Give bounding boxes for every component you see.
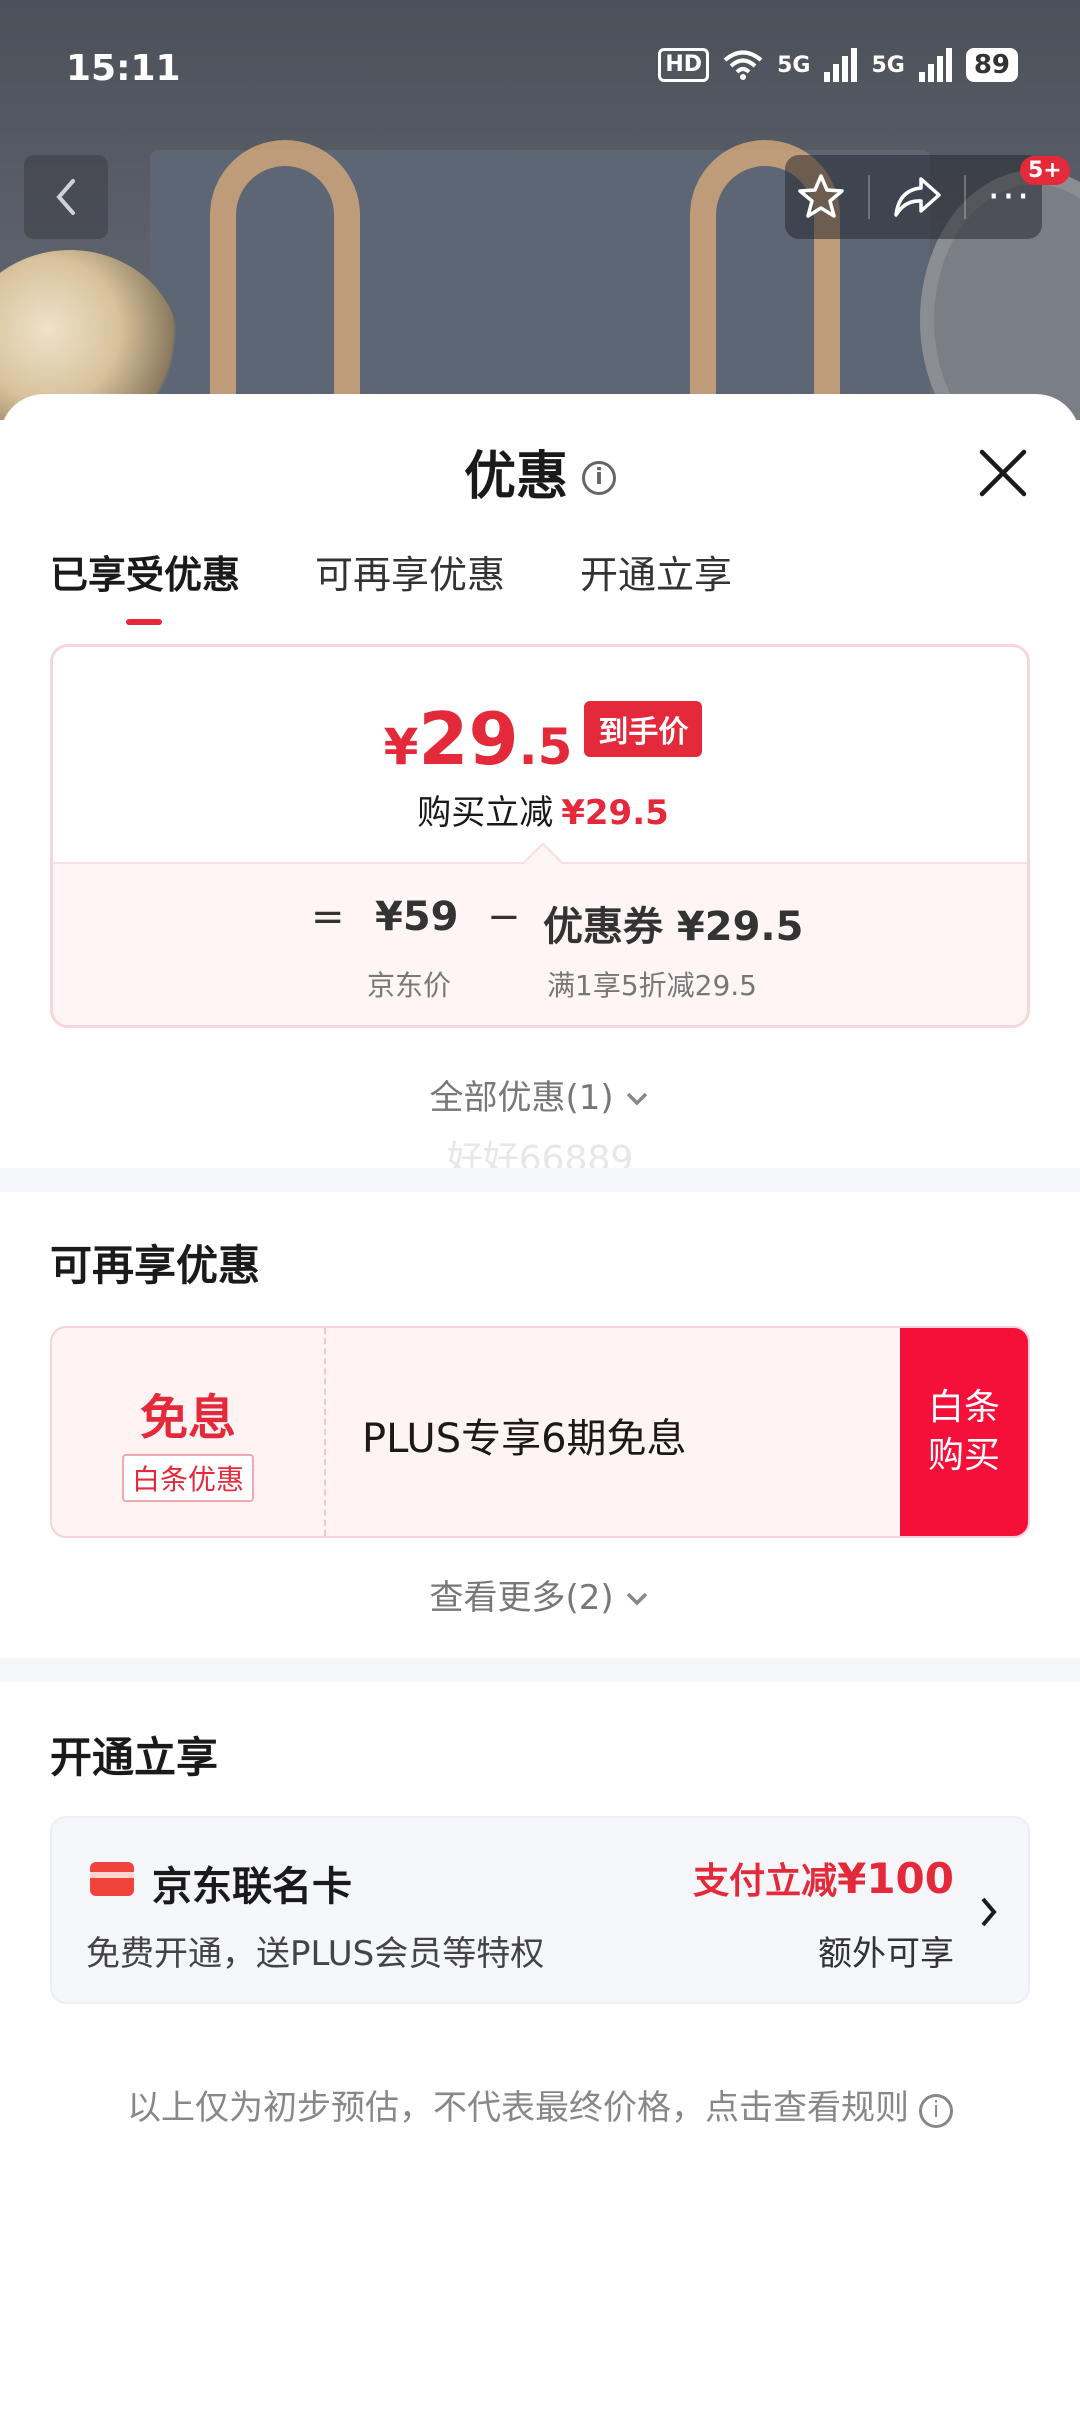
coupon-amount: 优惠券 ¥29.5 [543, 904, 804, 950]
coupon-description: PLUS专享6期免息 [362, 1416, 687, 1462]
disclaimer-text: 以上仅为初步预估，不代表最终价格，点击查看规则 [127, 2088, 909, 2128]
buy-button-line2: 购买 [927, 1435, 1000, 1476]
network-5g-label-1: 5G [777, 52, 811, 78]
card-description: 免费开通，送PLUS会员等特权 [86, 1934, 545, 1974]
nav-divider [868, 175, 871, 219]
see-more-toggle[interactable]: 查看更多(2) [0, 1570, 1080, 1619]
tab-open-offers[interactable]: 开通立享 [580, 544, 732, 599]
jd-price: ¥59 [375, 894, 459, 940]
offers-sheet: 优惠 i 已享受优惠 可再享优惠 开通立享 ¥29.5 到手价 购买立减 ¥29.5 … [0, 394, 1080, 2412]
chevron-right-icon [981, 1897, 997, 1927]
status-icons: HD 5G 5G 89 [658, 48, 1018, 82]
share-icon[interactable] [891, 171, 943, 223]
equals-sign: = [311, 894, 345, 940]
nav-action-group: ··· [785, 155, 1042, 239]
final-price: ¥29.5 到手价 [53, 697, 1027, 781]
tab-enjoyed-offers[interactable]: 已享受优惠 [50, 544, 240, 625]
see-more-label: 查看更多(2) [429, 1578, 614, 1618]
wifi-icon [723, 50, 763, 80]
price-summary-card: ¥29.5 到手价 购买立减 ¥29.5 = ¥59 − 优惠券 ¥29.5 京东价… [50, 644, 1030, 1028]
back-button[interactable] [24, 155, 108, 239]
nav-divider [964, 175, 967, 219]
credit-card-icon [90, 1862, 134, 1896]
status-bar: 15:11 HD 5G 5G 89 [0, 0, 1080, 140]
baitiao-buy-button[interactable]: 白条 购买 [900, 1328, 1028, 1536]
disclaimer[interactable]: 以上仅为初步预估，不代表最终价格，点击查看规则 i [0, 2080, 1080, 2129]
chevron-left-icon [56, 179, 75, 215]
card-name: 京东联名卡 [152, 1864, 352, 1910]
signal-icon-1 [824, 48, 858, 82]
offer-tabs: 已享受优惠 可再享优惠 开通立享 [50, 544, 732, 625]
card-discount-amount: ¥100 [837, 1854, 954, 1903]
coupon-type: 免息 [139, 1390, 236, 1446]
info-icon: i [919, 2094, 953, 2128]
network-5g-label-2: 5G [871, 52, 905, 78]
chevron-down-icon [627, 1592, 648, 1606]
buy-button-line1: 白条 [927, 1387, 1000, 1428]
final-price-area: ¥29.5 到手价 购买立减 ¥29.5 [53, 647, 1027, 862]
close-icon[interactable] [976, 446, 1030, 500]
price-decimal: .5 [518, 718, 573, 776]
card-discount: 支付立减¥100 [693, 1852, 954, 1904]
section-divider [0, 1168, 1080, 1192]
instant-discount-value: ¥29.5 [561, 793, 669, 833]
card-discount-label: 支付立减 [693, 1861, 838, 1902]
price-currency: ¥ [383, 718, 419, 776]
star-icon[interactable] [795, 171, 847, 223]
price-integer: 29 [418, 697, 519, 781]
instant-discount-label: 购买立减 [417, 793, 554, 833]
hd-icon: HD [658, 48, 710, 82]
status-time: 15:11 [66, 48, 181, 89]
instant-discount: 购买立减 ¥29.5 [53, 785, 1027, 834]
message-count-badge: 5+ [1020, 156, 1070, 185]
chevron-down-icon [627, 1092, 648, 1106]
coupon-left-panel: 免息 白条优惠 [52, 1328, 326, 1536]
final-price-tag: 到手价 [584, 701, 703, 757]
all-offers-toggle[interactable]: 全部优惠(1) [0, 1070, 1080, 1119]
more-icon[interactable]: ··· [987, 177, 1031, 217]
signal-icon-2 [918, 48, 952, 82]
battery-icon: 89 [965, 48, 1018, 82]
price-breakdown: = ¥59 − 优惠券 ¥29.5 京东价 满1享5折减29.5 [53, 842, 1027, 1025]
sheet-title-text: 优惠 [463, 447, 568, 507]
minus-sign: − [487, 894, 521, 940]
bag-handle-left [210, 140, 360, 420]
section-divider [0, 1658, 1080, 1682]
interest-free-coupon[interactable]: 免息 白条优惠 PLUS专享6期免息 白条购买 [50, 1326, 1030, 1538]
open-offers-title: 开通立享 [50, 1733, 219, 1782]
tab-more-offers[interactable]: 可再享优惠 [315, 544, 505, 599]
co-branded-card-offer[interactable]: 京东联名卡 免费开通，送PLUS会员等特权 支付立减¥100 额外可享 [50, 1816, 1030, 2004]
more-offers-title: 可再享优惠 [50, 1241, 261, 1290]
all-offers-label: 全部优惠(1) [429, 1078, 614, 1118]
coupon-rule-label: 满1享5折减29.5 [547, 969, 757, 1002]
card-extra-label: 额外可享 [818, 1934, 954, 1974]
jd-price-label: 京东价 [367, 969, 452, 1002]
info-icon[interactable]: i [582, 461, 616, 495]
coupon-tag: 白条优惠 [121, 1454, 254, 1502]
sheet-title: 优惠 i [0, 434, 1080, 509]
